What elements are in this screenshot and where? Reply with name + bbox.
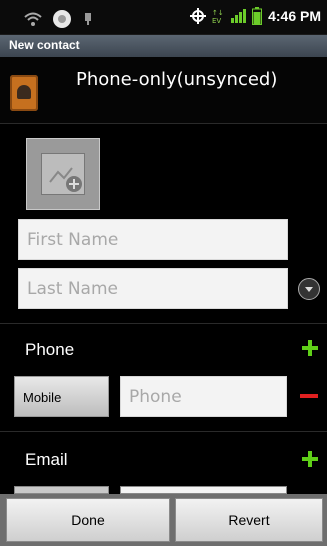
clock: 4:46 PM (268, 8, 321, 24)
phone-type-button[interactable]: Mobile (14, 376, 109, 417)
last-name-field[interactable]: Last Name (18, 268, 288, 309)
battery-icon (252, 7, 263, 25)
title-bar: New contact (0, 35, 327, 58)
first-name-field[interactable]: First Name (18, 219, 288, 260)
account-name: Phone-only(unsynced) (76, 69, 278, 90)
account-row: Phone-only(unsynced) (0, 57, 327, 124)
sync-icon (53, 10, 71, 28)
divider (0, 323, 327, 324)
contacts-book-icon (10, 75, 38, 111)
add-phone-button[interactable] (300, 338, 320, 358)
email-type-button[interactable] (14, 486, 109, 494)
add-photo-button[interactable] (26, 138, 100, 210)
add-photo-icon (41, 153, 85, 195)
wifi-icon (24, 12, 42, 26)
bottom-action-bar: Done Revert (0, 494, 327, 546)
email-field[interactable] (120, 486, 287, 494)
ev-icon: ↑↓ EV (212, 9, 224, 24)
gps-icon (190, 8, 207, 24)
phone-section-label: Phone (25, 340, 75, 359)
signal-icon (231, 9, 247, 23)
email-section-label: Email (25, 450, 68, 469)
divider (0, 431, 327, 432)
page-title: New contact (9, 38, 80, 52)
revert-button[interactable]: Revert (175, 498, 323, 542)
add-email-button[interactable] (300, 449, 320, 469)
status-bar: ↑↓ EV 4:46 PM (0, 0, 327, 35)
svg-text:EV: EV (212, 17, 221, 24)
remove-phone-button[interactable] (300, 394, 318, 398)
usb-icon (85, 13, 91, 25)
done-button[interactable]: Done (6, 498, 170, 542)
svg-text:↑↓: ↑↓ (212, 9, 224, 17)
expand-name-button[interactable] (298, 278, 320, 300)
status-left-icons (24, 9, 94, 29)
phone-field[interactable]: Phone (120, 376, 287, 417)
status-right-icons: ↑↓ EV 4:46 PM (190, 7, 321, 25)
